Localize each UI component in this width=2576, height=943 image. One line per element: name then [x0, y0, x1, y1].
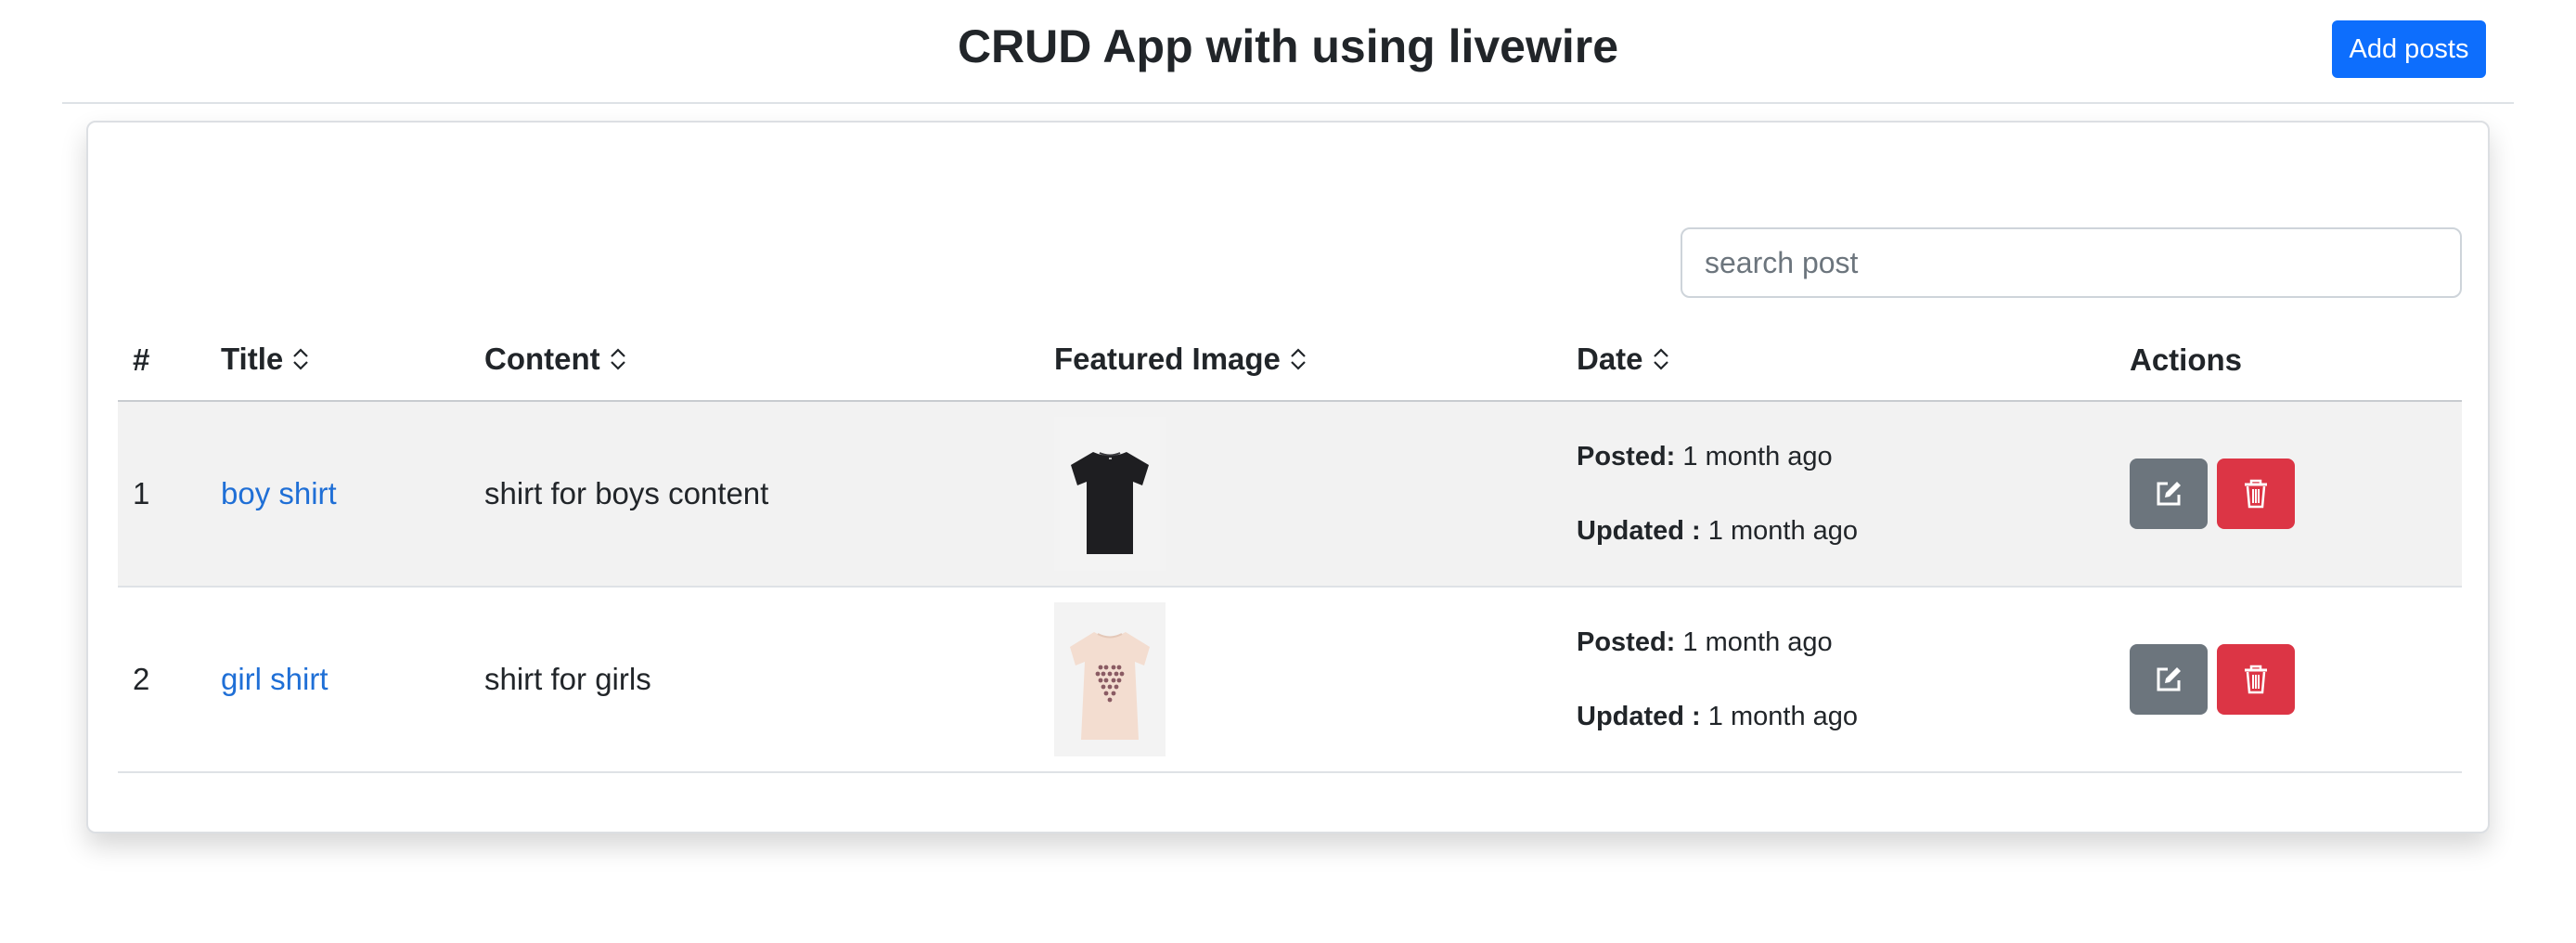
column-header-content-label: Content — [484, 341, 600, 376]
column-header-featured-image[interactable]: Featured Image — [1039, 320, 1562, 402]
column-header-date-label: Date — [1577, 341, 1643, 376]
table-header-row: # Title Content Featured Image Date Acti… — [118, 320, 2462, 402]
featured-image — [1054, 417, 1166, 571]
delete-button[interactable] — [2217, 459, 2295, 529]
sort-icon[interactable] — [1653, 343, 1669, 379]
posts-table-wrapper: # Title Content Featured Image Date Acti… — [118, 320, 2462, 773]
search-input[interactable] — [1681, 227, 2462, 298]
row-number: 1 — [118, 401, 206, 588]
sort-icon[interactable] — [610, 343, 626, 379]
updated-line: Updated : 1 month ago — [1577, 698, 2115, 735]
row-content: shirt for boys content — [470, 401, 1039, 588]
column-header-num-label: # — [133, 342, 150, 377]
cream-heart-tshirt-image — [1070, 632, 1150, 740]
edit-icon — [2157, 667, 2181, 691]
delete-button[interactable] — [2217, 644, 2295, 715]
column-header-title[interactable]: Title — [206, 320, 470, 402]
row-actions-cell — [2115, 401, 2462, 588]
black-tshirt-image — [1071, 452, 1149, 554]
table-row: 2 girl shirt shirt for girls Posted: 1 m… — [118, 587, 2462, 773]
edit-button[interactable] — [2130, 644, 2208, 715]
updated-line: Updated : 1 month ago — [1577, 512, 2115, 549]
updated-label: Updated : — [1577, 702, 1701, 731]
row-content: shirt for girls — [470, 587, 1039, 773]
row-date-cell: Posted: 1 month ago Updated : 1 month ag… — [1562, 587, 2115, 773]
row-title-cell: girl shirt — [206, 587, 470, 773]
edit-icon — [2157, 482, 2181, 506]
posted-line: Posted: 1 month ago — [1577, 624, 2115, 661]
row-title-cell: boy shirt — [206, 401, 470, 588]
post-title-link[interactable]: boy shirt — [221, 476, 337, 510]
posted-label: Posted: — [1577, 627, 1676, 657]
row-date-cell: Posted: 1 month ago Updated : 1 month ag… — [1562, 401, 2115, 588]
trash-icon — [2245, 479, 2267, 509]
updated-label: Updated : — [1577, 516, 1701, 546]
posted-value: 1 month ago — [1682, 627, 1833, 657]
row-number: 2 — [118, 587, 206, 773]
edit-button[interactable] — [2130, 459, 2208, 529]
row-image-cell — [1039, 401, 1562, 588]
column-header-title-label: Title — [221, 341, 284, 376]
column-header-featured-image-label: Featured Image — [1054, 341, 1281, 376]
posted-line: Posted: 1 month ago — [1577, 438, 2115, 475]
sort-icon[interactable] — [292, 343, 309, 379]
trash-icon — [2245, 665, 2267, 694]
page-header: CRUD App with using livewire Add posts — [62, 0, 2514, 104]
add-posts-button[interactable]: Add posts — [2332, 20, 2486, 78]
sort-icon[interactable] — [1290, 343, 1307, 379]
posts-card: # Title Content Featured Image Date Acti… — [86, 121, 2490, 833]
page-title: CRUD App with using livewire — [957, 20, 1619, 72]
row-image-cell — [1039, 587, 1562, 773]
posted-value: 1 month ago — [1682, 442, 1833, 472]
column-header-actions-label: Actions — [2130, 342, 2243, 377]
featured-image — [1054, 602, 1166, 756]
updated-value: 1 month ago — [1707, 516, 1859, 546]
column-header-content[interactable]: Content — [470, 320, 1039, 402]
updated-value: 1 month ago — [1707, 702, 1859, 731]
column-header-date[interactable]: Date — [1562, 320, 2115, 402]
column-header-actions: Actions — [2115, 320, 2462, 402]
column-header-num: # — [118, 320, 206, 402]
post-title-link[interactable]: girl shirt — [221, 662, 328, 696]
table-row: 1 boy shirt shirt for boys content Poste… — [118, 401, 2462, 588]
posts-table: # Title Content Featured Image Date Acti… — [118, 320, 2462, 773]
row-actions-cell — [2115, 587, 2462, 773]
posted-label: Posted: — [1577, 442, 1676, 472]
